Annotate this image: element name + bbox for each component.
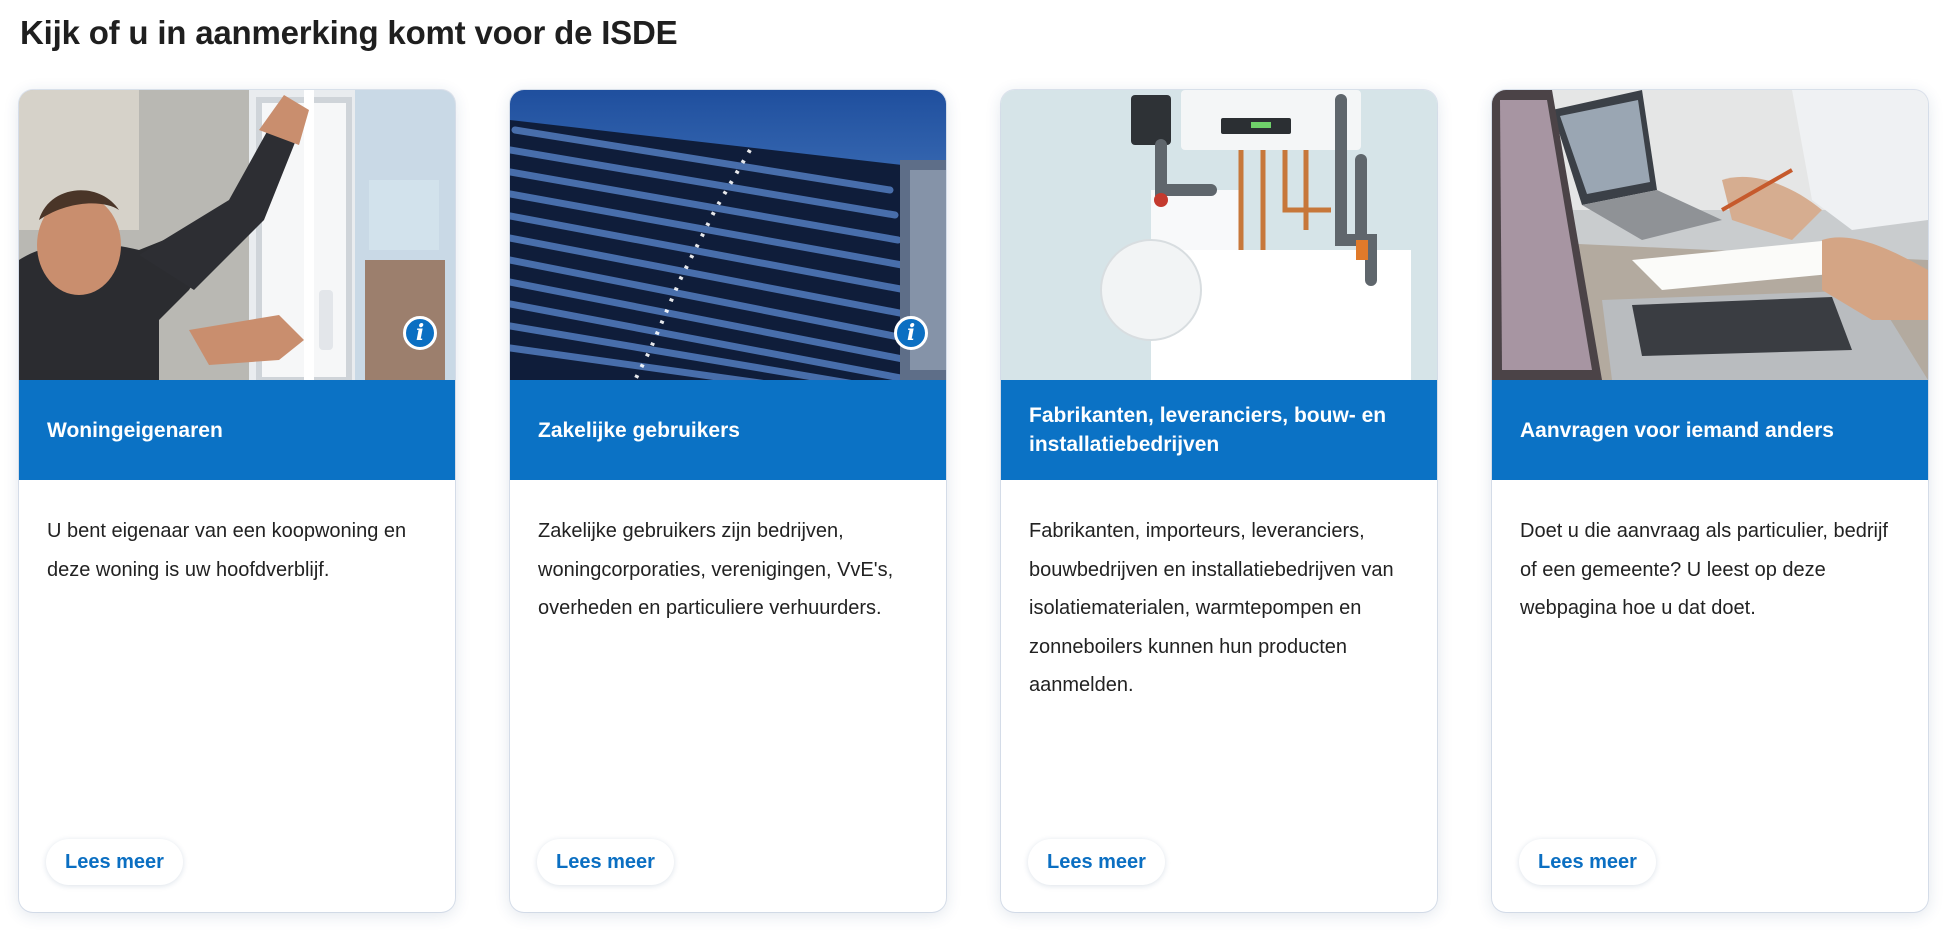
card-heading: Fabrikanten, leveranciers, bouw- en inst… xyxy=(1029,404,1387,456)
read-more-link[interactable]: Lees meer xyxy=(1519,839,1656,885)
card-description: Zakelijke gebruikers zijn bedrijven, won… xyxy=(538,520,894,619)
card-description: Doet u die aanvraag als particulier, bed… xyxy=(1520,520,1888,619)
section-title: Kijk of u in aanmerking komt voor de ISD… xyxy=(20,14,678,51)
isde-eligibility-section: Kijk of u in aanmerking komt voor de ISD… xyxy=(0,0,1952,940)
card-header: Fabrikanten, leveranciers, bouw- en inst… xyxy=(1001,380,1437,480)
card-aanvragen-voor-iemand-anders: Aanvragen voor iemand anders Doet u die … xyxy=(1492,90,1928,912)
card-zakelijke-gebruikers: i Zakelijke gebruikers Zakelijke gebruik… xyxy=(510,90,946,912)
card-description: U bent eigenaar van een koopwoning en de… xyxy=(47,520,407,581)
homeowner-photo xyxy=(19,90,455,380)
card-header: Aanvragen voor iemand anders xyxy=(1492,380,1928,480)
read-more-link[interactable]: Lees meer xyxy=(1028,839,1165,885)
card-body: Doet u die aanvraag als particulier, bed… xyxy=(1492,480,1928,628)
card-body: U bent eigenaar van een koopwoning en de… xyxy=(19,480,455,589)
card-image-boiler xyxy=(1001,90,1437,380)
info-icon[interactable]: i xyxy=(403,316,437,350)
card-fabrikanten: Fabrikanten, leveranciers, bouw- en inst… xyxy=(1001,90,1437,912)
card-body: Zakelijke gebruikers zijn bedrijven, won… xyxy=(510,480,946,628)
boiler-installation-photo xyxy=(1001,90,1437,380)
info-icon[interactable]: i xyxy=(894,316,928,350)
read-more-link[interactable]: Lees meer xyxy=(537,839,674,885)
laptop-desk-photo xyxy=(1492,90,1928,380)
card-image-homeowner: i xyxy=(19,90,455,380)
card-image-solar: i xyxy=(510,90,946,380)
solar-collector-photo xyxy=(510,90,946,380)
card-woningeigenaren: i Woningeigenaren U bent eigenaar van ee… xyxy=(19,90,455,912)
card-body: Fabrikanten, importeurs, leveranciers, b… xyxy=(1001,480,1437,705)
card-list: i Woningeigenaren U bent eigenaar van ee… xyxy=(19,90,1931,912)
card-heading: Woningeigenaren xyxy=(47,418,223,442)
card-header: Zakelijke gebruikers xyxy=(510,380,946,480)
card-heading: Aanvragen voor iemand anders xyxy=(1520,418,1834,442)
card-heading: Zakelijke gebruikers xyxy=(538,418,740,442)
card-description: Fabrikanten, importeurs, leveranciers, b… xyxy=(1029,520,1394,696)
card-header: Woningeigenaren xyxy=(19,380,455,480)
read-more-link[interactable]: Lees meer xyxy=(46,839,183,885)
card-image-laptop xyxy=(1492,90,1928,380)
